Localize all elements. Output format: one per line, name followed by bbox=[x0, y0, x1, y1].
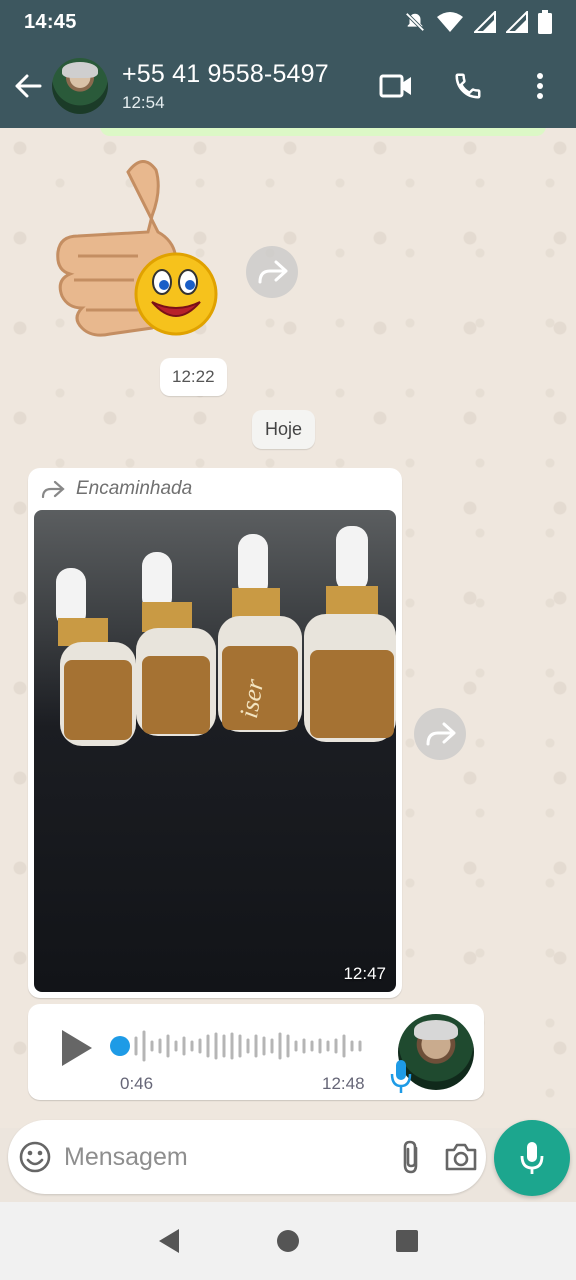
forward-icon bbox=[258, 260, 288, 284]
kebab-menu-icon bbox=[537, 73, 543, 99]
forwarded-label: Encaminhada bbox=[76, 478, 193, 499]
video-call-button[interactable] bbox=[360, 44, 432, 128]
thumbs-up-sticker[interactable] bbox=[48, 152, 218, 342]
product-photo[interactable]: iser 12:47 bbox=[34, 510, 396, 992]
status-bar: 14:45 bbox=[0, 0, 576, 44]
system-navigation-bar bbox=[0, 1202, 576, 1280]
battery-icon bbox=[538, 10, 552, 34]
attach-button[interactable] bbox=[386, 1120, 436, 1194]
sticker-timestamp: 12:22 bbox=[160, 358, 227, 396]
record-voice-button[interactable] bbox=[494, 1120, 570, 1196]
play-icon[interactable] bbox=[58, 1028, 94, 1068]
chat-header: +55 41 9558-5497 12:54 bbox=[0, 44, 576, 128]
camera-icon bbox=[445, 1143, 477, 1171]
more-options-button[interactable] bbox=[504, 44, 576, 128]
chat-area[interactable]: 12:22 Hoje Encaminhada iser 12:47 0:46 1… bbox=[0, 128, 576, 1128]
image-message-bubble[interactable]: Encaminhada iser 12:47 bbox=[28, 468, 402, 998]
triangle-back-icon bbox=[159, 1229, 180, 1253]
serum-bottles-image: iser bbox=[56, 526, 396, 746]
circle-home-icon bbox=[276, 1230, 299, 1252]
microphone-icon bbox=[390, 1060, 412, 1093]
phone-icon bbox=[455, 73, 481, 99]
image-timestamp: 12:47 bbox=[343, 964, 386, 983]
forward-sticker-button[interactable] bbox=[246, 246, 298, 298]
forwarded-indicator: Encaminhada bbox=[40, 478, 192, 500]
voice-call-button[interactable] bbox=[432, 44, 504, 128]
nav-recents-button[interactable] bbox=[377, 1211, 437, 1271]
forward-image-button[interactable] bbox=[414, 708, 466, 760]
nav-back-button[interactable] bbox=[139, 1211, 199, 1271]
signal-icon bbox=[474, 11, 496, 33]
back-button[interactable] bbox=[6, 44, 50, 128]
emoji-button[interactable] bbox=[10, 1120, 60, 1194]
contact-name: +55 41 9558-5497 bbox=[122, 59, 329, 88]
video-camera-icon bbox=[379, 74, 411, 98]
voice-timestamp: 12:48 bbox=[322, 1074, 365, 1093]
message-composer bbox=[8, 1120, 486, 1194]
status-icons bbox=[404, 10, 552, 34]
voice-message-bubble[interactable]: 0:46 12:48 bbox=[28, 1004, 484, 1100]
previous-message-bubble bbox=[100, 128, 546, 136]
contact-avatar[interactable] bbox=[52, 58, 108, 114]
contact-info[interactable]: +55 41 9558-5497 12:54 bbox=[122, 60, 329, 113]
forwarded-icon bbox=[41, 480, 65, 498]
forward-icon bbox=[426, 722, 456, 746]
square-recents-icon bbox=[395, 1230, 418, 1252]
nav-home-button[interactable] bbox=[258, 1211, 318, 1271]
contact-last-seen: 12:54 bbox=[122, 92, 165, 112]
header-actions bbox=[360, 44, 576, 128]
arrow-left-icon bbox=[15, 74, 42, 98]
wifi-icon bbox=[437, 12, 463, 32]
paperclip-icon bbox=[403, 1140, 418, 1174]
voice-duration: 0:46 bbox=[120, 1074, 154, 1093]
voice-waveform[interactable] bbox=[110, 1026, 368, 1066]
microphone-icon bbox=[520, 1142, 544, 1174]
message-input[interactable] bbox=[60, 1127, 386, 1187]
date-divider: Hoje bbox=[252, 410, 316, 449]
camera-button[interactable] bbox=[436, 1120, 486, 1194]
emoji-icon bbox=[19, 1141, 51, 1173]
signal-icon-2 bbox=[506, 11, 528, 33]
status-time: 14:45 bbox=[24, 10, 77, 33]
mute-bell-icon bbox=[405, 12, 425, 32]
